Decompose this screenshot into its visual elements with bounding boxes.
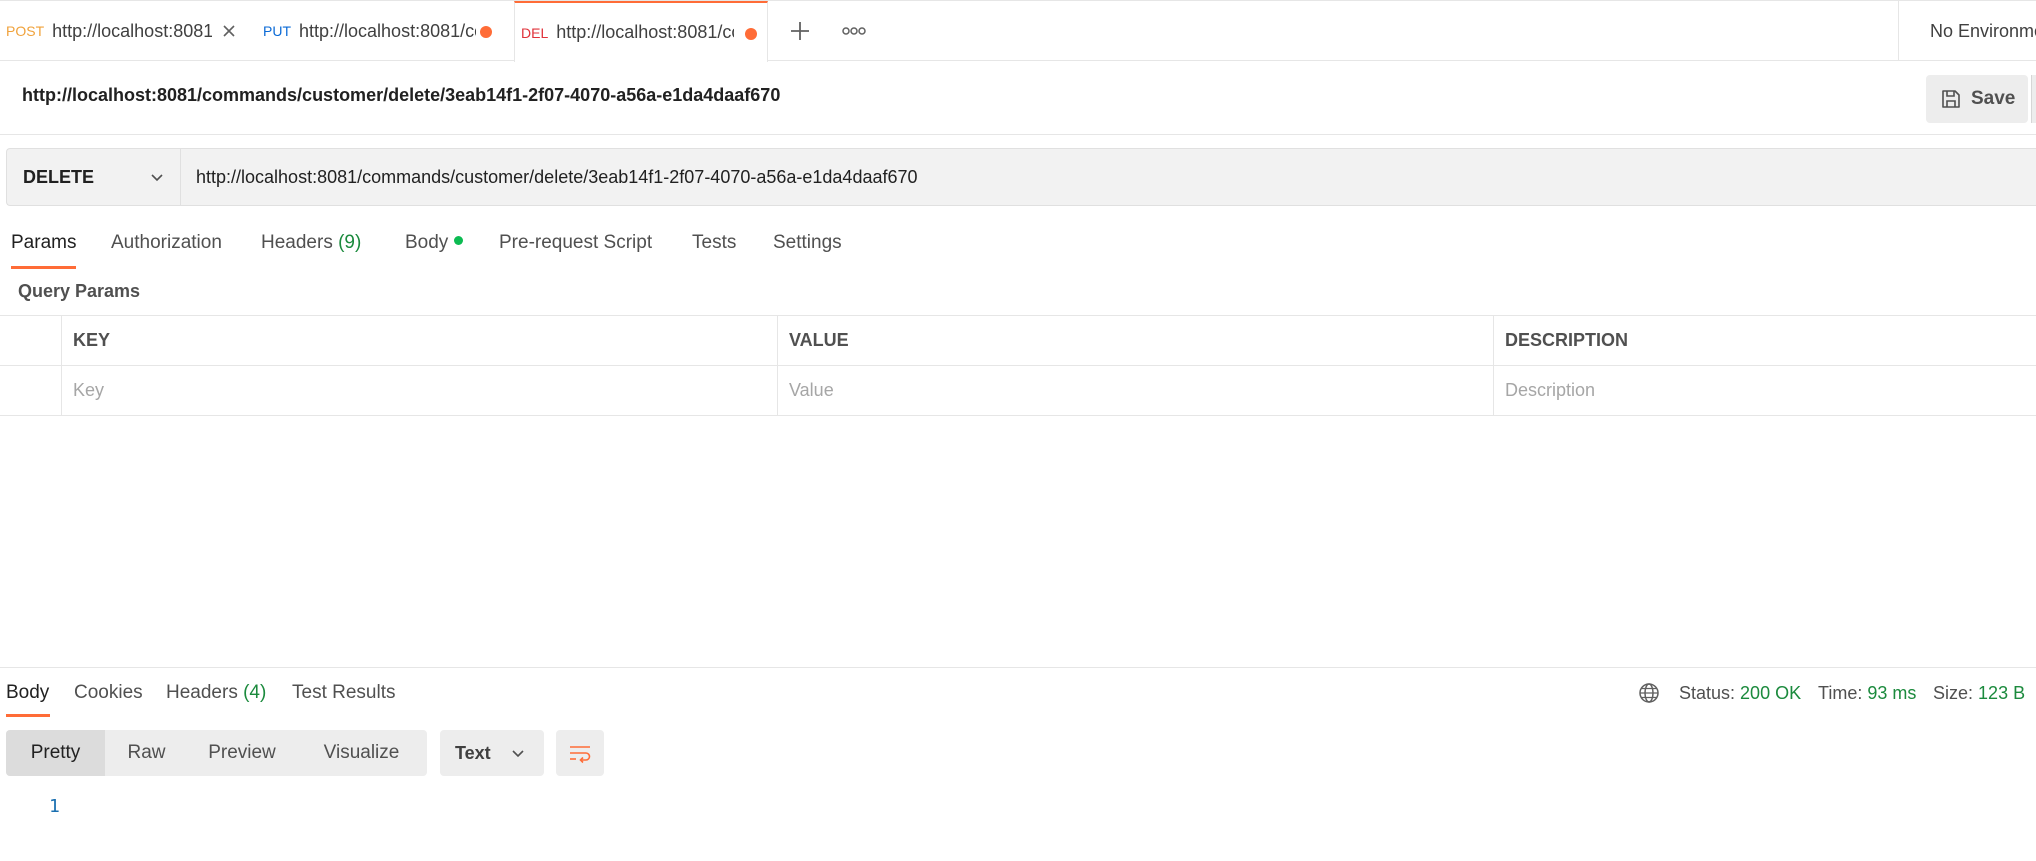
chevron-down-icon: [512, 750, 524, 758]
response-view-segmented-control: Pretty Raw Preview Visualize: [6, 730, 427, 776]
tab-headers-label: Headers: [261, 232, 333, 253]
tab-params[interactable]: Params: [11, 232, 76, 254]
active-tab-underline: [11, 266, 76, 269]
view-preview-button[interactable]: Preview: [188, 730, 296, 776]
status-value: 200 OK: [1740, 683, 1802, 703]
response-headers-count: (4): [243, 682, 267, 703]
request-title[interactable]: http://localhost:8081/commands/customer/…: [22, 85, 780, 106]
response-tab-headers-label: Headers: [166, 682, 238, 703]
column-header-description: DESCRIPTION: [1493, 316, 2036, 365]
query-params-title: Query Params: [18, 281, 141, 301]
tab-method-label: DEL: [521, 24, 549, 41]
save-label: Save: [1971, 88, 2016, 109]
response-time[interactable]: Time: 93 ms: [1818, 683, 1916, 704]
line-number: 1: [49, 796, 60, 817]
tab-authorization[interactable]: Authorization: [111, 232, 222, 254]
value-input[interactable]: [789, 380, 1458, 401]
unsaved-dot-icon: [745, 28, 757, 40]
save-button[interactable]: Save: [1926, 75, 2028, 123]
value-cell: [777, 366, 1493, 415]
tab-settings[interactable]: Settings: [773, 232, 842, 254]
tab-prerequest-script[interactable]: Pre-request Script: [499, 232, 652, 254]
column-header-key: KEY: [61, 316, 777, 365]
tab-method-label: POST: [6, 23, 45, 39]
wrap-lines-button[interactable]: [556, 730, 604, 776]
environment-label: No Environment: [1930, 20, 2036, 41]
response-tab-headers[interactable]: Headers (4): [166, 682, 266, 704]
globe-icon[interactable]: [1637, 681, 1661, 705]
url-bar: DELETE http://localhost:8081/commands/cu…: [6, 148, 2036, 206]
wrap-lines-icon: [570, 746, 591, 764]
response-tab-test-results[interactable]: Test Results: [292, 682, 395, 704]
view-pretty-button[interactable]: Pretty: [6, 730, 105, 776]
request-title-bar: http://localhost:8081/commands/customer/…: [0, 61, 2036, 135]
chevron-down-icon: [151, 174, 163, 182]
new-tab-plus-icon[interactable]: [784, 15, 816, 47]
url-input[interactable]: http://localhost:8081/commands/customer/…: [196, 149, 1996, 205]
key-cell: [61, 366, 777, 415]
view-visualize-button[interactable]: Visualize: [296, 730, 427, 776]
response-size[interactable]: Size: 123 B: [1933, 683, 2025, 704]
view-raw-button[interactable]: Raw: [105, 730, 188, 776]
query-params-table: KEY VALUE DESCRIPTION: [0, 315, 2036, 416]
tab-body[interactable]: Body: [405, 232, 464, 254]
key-input[interactable]: [73, 380, 742, 401]
format-label: Text: [455, 742, 491, 763]
request-tabs: Params Authorization Headers (9) Body Pr…: [0, 226, 900, 270]
time-label: Time:: [1818, 683, 1863, 703]
tab-headers[interactable]: Headers (9): [261, 232, 361, 254]
response-tab-cookies[interactable]: Cookies: [74, 682, 143, 704]
table-row: [0, 366, 2036, 416]
tab-tests[interactable]: Tests: [692, 232, 736, 254]
save-options-button[interactable]: [2031, 75, 2036, 123]
tab-url-label: http://localhost:8081/commands/customer/…: [52, 20, 213, 41]
table-header-spacer: [0, 316, 61, 365]
request-tab-put[interactable]: PUT http://localhost:8081/commands/custo…: [263, 1, 498, 61]
body-indicator-dot-icon: [454, 236, 464, 246]
status-label: Status:: [1679, 683, 1736, 703]
column-header-value: VALUE: [777, 316, 1493, 365]
request-tab-delete[interactable]: DEL http://localhost:8081/commands/custo…: [514, 1, 768, 62]
close-icon[interactable]: [218, 20, 240, 42]
tab-url-label: http://localhost:8081/commands/customer/…: [299, 20, 476, 41]
tab-body-label: Body: [405, 232, 449, 253]
method-label: DELETE: [23, 166, 95, 187]
more-tabs-ellipsis-icon[interactable]: [838, 15, 870, 47]
response-pane: Body Cookies Headers (4) Test Results St…: [0, 667, 2036, 861]
size-label: Size:: [1933, 683, 1974, 703]
response-format-dropdown[interactable]: Text: [440, 730, 544, 776]
tab-method-label: PUT: [263, 23, 291, 39]
unsaved-dot-icon: [480, 26, 492, 38]
method-dropdown[interactable]: DELETE: [7, 149, 181, 205]
size-value: 123 B: [1978, 683, 2026, 703]
tab-url-label: http://localhost:8081/commands/customer/…: [556, 22, 734, 42]
table-header-row: KEY VALUE DESCRIPTION: [0, 316, 2036, 366]
active-response-tab-underline: [6, 714, 50, 717]
headers-count: (9): [338, 232, 362, 253]
save-disk-icon: [1942, 90, 1960, 108]
request-tab-post[interactable]: POST http://localhost:8081/commands/cust…: [6, 1, 244, 61]
row-checkbox-cell: [0, 366, 61, 415]
description-cell: [1493, 366, 2036, 415]
environment-selector[interactable]: No Environment: [1898, 1, 2036, 61]
description-input[interactable]: [1505, 380, 2010, 401]
tab-bar: POST http://localhost:8081/commands/cust…: [0, 0, 2036, 62]
time-value: 93 ms: [1867, 683, 1917, 703]
response-tab-body[interactable]: Body: [6, 682, 49, 704]
response-status[interactable]: Status: 200 OK: [1679, 683, 1801, 704]
